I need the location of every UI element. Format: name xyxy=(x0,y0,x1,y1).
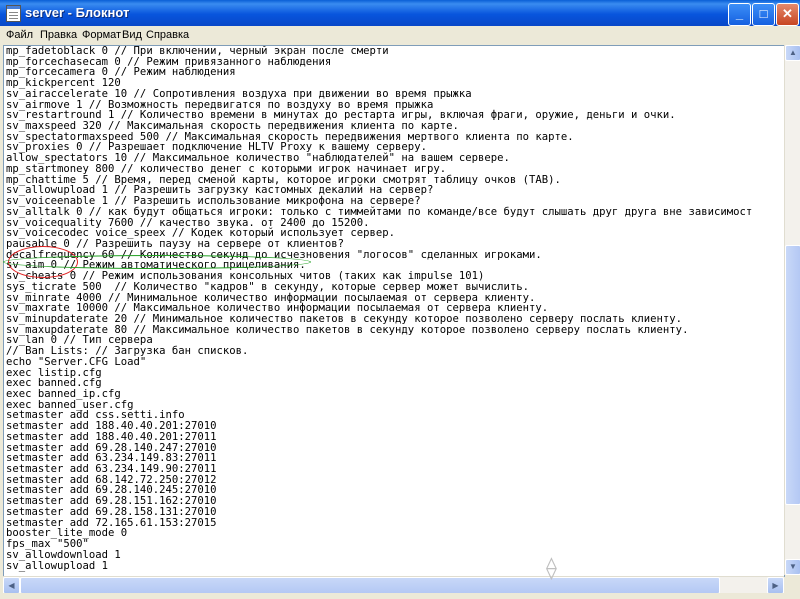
text-line[interactable]: echo "Server.CFG Load" xyxy=(6,357,752,368)
menu-file[interactable]: Файл xyxy=(6,29,33,41)
text-line[interactable]: sv_airaccelerate 10 // Сопротивления воз… xyxy=(6,89,752,100)
minimize-button[interactable]: _ xyxy=(728,3,751,26)
horizontal-scrollbar[interactable]: ◀ ▶ xyxy=(3,576,784,594)
vertical-scroll-thumb[interactable] xyxy=(785,245,800,505)
menu-bar: Файл Правка Формат Вид Справка xyxy=(0,26,800,45)
menu-edit[interactable]: Правка xyxy=(40,29,77,41)
text-line[interactable]: sys_ticrate 500 // Количество "кадров" в… xyxy=(6,282,752,293)
text-line[interactable]: sv_allowdownload 1 xyxy=(6,550,752,561)
text-line[interactable]: setmaster add 188.40.40.201:27011 xyxy=(6,432,752,443)
menu-view[interactable]: Вид xyxy=(122,29,142,41)
horizontal-scroll-thumb[interactable] xyxy=(20,577,720,594)
text-editor[interactable]: mp_fadetoblack 0 // При включении, черны… xyxy=(3,45,785,577)
scroll-left-button[interactable]: ◀ xyxy=(3,577,20,594)
maximize-button[interactable]: □ xyxy=(752,3,775,26)
scroll-down-button[interactable]: ▼ xyxy=(785,559,800,575)
close-button[interactable]: ✕ xyxy=(776,3,799,26)
window-bottom-border xyxy=(0,593,800,599)
scroll-up-button[interactable]: ▲ xyxy=(785,45,800,61)
vertical-scrollbar[interactable]: ▲ ▼ xyxy=(784,45,800,575)
scroll-right-button[interactable]: ▶ xyxy=(767,577,784,594)
notepad-icon xyxy=(6,5,21,22)
text-line[interactable]: exec listip.cfg xyxy=(6,367,752,379)
text-line[interactable]: sv_allowupload 1 xyxy=(6,560,752,572)
menu-format[interactable]: Формат xyxy=(82,29,121,41)
green-annotation-ellipse xyxy=(3,255,311,269)
window-title: server - Блокнот xyxy=(25,5,130,20)
notepad-window: server - Блокнот _ □ ✕ Файл Правка Форма… xyxy=(0,0,800,599)
text-line[interactable]: booster_lite_mode 0 xyxy=(6,528,752,539)
title-bar[interactable]: server - Блокнот _ □ ✕ xyxy=(0,0,800,26)
mouse-cursor-icon: ⟠ xyxy=(546,556,557,581)
resize-grip[interactable] xyxy=(784,577,800,593)
menu-help[interactable]: Справка xyxy=(146,29,189,41)
text-content[interactable]: mp_fadetoblack 0 // При включении, черны… xyxy=(6,46,752,571)
text-line[interactable]: sv_alltalk 0 // как будут общаться игрок… xyxy=(6,207,752,218)
